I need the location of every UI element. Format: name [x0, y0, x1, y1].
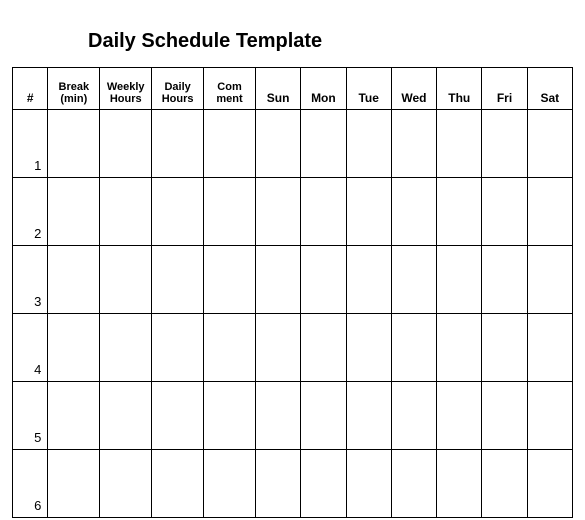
- cell: [48, 450, 100, 518]
- table-row: 2: [13, 178, 573, 246]
- header-comment: Com ment: [204, 68, 256, 110]
- cell: [301, 450, 346, 518]
- cell: [527, 314, 572, 382]
- cell: [437, 450, 482, 518]
- table-row: 3: [13, 246, 573, 314]
- cell: [100, 246, 152, 314]
- cell: [301, 178, 346, 246]
- cell: [48, 246, 100, 314]
- row-number: 4: [13, 314, 48, 382]
- cell: [255, 178, 300, 246]
- cell: [527, 382, 572, 450]
- cell: [204, 314, 256, 382]
- cell: [346, 178, 391, 246]
- cell: [152, 110, 204, 178]
- header-mon: Mon: [301, 68, 346, 110]
- cell: [100, 314, 152, 382]
- cell: [391, 450, 436, 518]
- cell: [204, 450, 256, 518]
- header-daily-hours: Daily Hours: [152, 68, 204, 110]
- cell: [48, 314, 100, 382]
- cell: [527, 178, 572, 246]
- cell: [301, 314, 346, 382]
- cell: [391, 110, 436, 178]
- cell: [301, 246, 346, 314]
- cell: [152, 246, 204, 314]
- header-thu: Thu: [437, 68, 482, 110]
- page-title: Daily Schedule Template: [88, 30, 573, 53]
- cell: [437, 382, 482, 450]
- cell: [437, 314, 482, 382]
- header-number: #: [13, 68, 48, 110]
- cell: [346, 450, 391, 518]
- cell: [482, 246, 527, 314]
- cell: [255, 382, 300, 450]
- table-row: 6: [13, 450, 573, 518]
- cell: [100, 110, 152, 178]
- cell: [204, 382, 256, 450]
- cell: [301, 382, 346, 450]
- table-row: 5: [13, 382, 573, 450]
- cell: [527, 110, 572, 178]
- cell: [255, 246, 300, 314]
- header-wed: Wed: [391, 68, 436, 110]
- row-number: 3: [13, 246, 48, 314]
- cell: [152, 314, 204, 382]
- header-sat: Sat: [527, 68, 572, 110]
- cell: [391, 314, 436, 382]
- cell: [482, 178, 527, 246]
- cell: [346, 314, 391, 382]
- cell: [204, 110, 256, 178]
- cell: [527, 246, 572, 314]
- row-number: 6: [13, 450, 48, 518]
- row-number: 2: [13, 178, 48, 246]
- header-weekly-hours: Weekly Hours: [100, 68, 152, 110]
- cell: [152, 178, 204, 246]
- cell: [346, 110, 391, 178]
- cell: [204, 178, 256, 246]
- cell: [527, 450, 572, 518]
- cell: [437, 246, 482, 314]
- cell: [437, 178, 482, 246]
- schedule-table: # Break (min) Weekly Hours Daily Hours C…: [12, 67, 573, 518]
- cell: [100, 382, 152, 450]
- cell: [391, 178, 436, 246]
- cell: [48, 382, 100, 450]
- table-row: 1: [13, 110, 573, 178]
- cell: [482, 450, 527, 518]
- cell: [48, 178, 100, 246]
- cell: [482, 382, 527, 450]
- cell: [437, 110, 482, 178]
- cell: [152, 450, 204, 518]
- table-row: 4: [13, 314, 573, 382]
- header-sun: Sun: [255, 68, 300, 110]
- row-number: 5: [13, 382, 48, 450]
- header-fri: Fri: [482, 68, 527, 110]
- cell: [48, 110, 100, 178]
- cell: [204, 246, 256, 314]
- cell: [346, 246, 391, 314]
- cell: [255, 450, 300, 518]
- cell: [482, 110, 527, 178]
- header-break: Break (min): [48, 68, 100, 110]
- cell: [255, 314, 300, 382]
- cell: [391, 382, 436, 450]
- header-tue: Tue: [346, 68, 391, 110]
- cell: [100, 178, 152, 246]
- row-number: 1: [13, 110, 48, 178]
- cell: [100, 450, 152, 518]
- header-row: # Break (min) Weekly Hours Daily Hours C…: [13, 68, 573, 110]
- cell: [391, 246, 436, 314]
- cell: [152, 382, 204, 450]
- cell: [482, 314, 527, 382]
- cell: [346, 382, 391, 450]
- cell: [301, 110, 346, 178]
- table-body: 1 2 3 4 5: [13, 110, 573, 518]
- cell: [255, 110, 300, 178]
